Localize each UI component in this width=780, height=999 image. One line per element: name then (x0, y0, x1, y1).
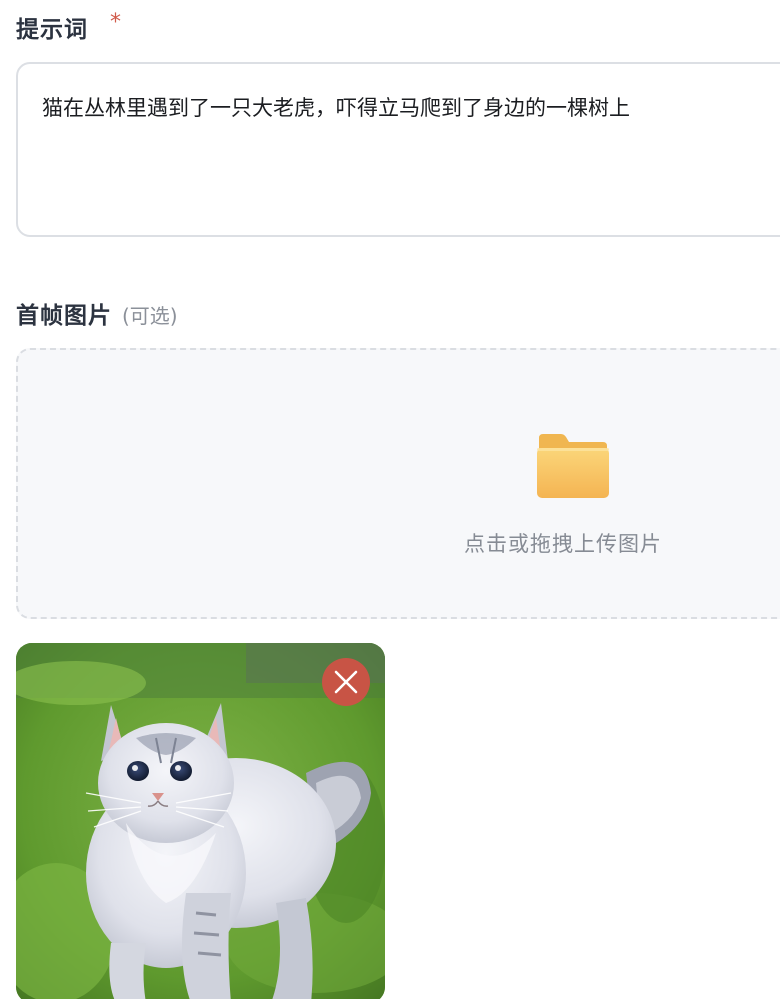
prompt-text: 猫在丛林里遇到了一只大老虎，吓得立马爬到了身边的一棵树上 (42, 96, 630, 120)
first-frame-title: 首帧图片 (16, 303, 112, 329)
image-upload-dropzone[interactable]: 点击或拖拽上传图片 (16, 348, 780, 619)
upload-hint: 点击或拖拽上传图片 (464, 532, 662, 556)
optional-hint: (可选) (122, 304, 178, 328)
remove-image-button[interactable] (322, 658, 370, 706)
prompt-textarea[interactable]: 猫在丛林里遇到了一只大老虎，吓得立马爬到了身边的一棵树上 (16, 62, 780, 237)
first-frame-label: 首帧图片 (可选) (16, 296, 178, 330)
folder-icon (537, 434, 609, 498)
close-icon (334, 670, 358, 694)
prompt-label: 提示词 (16, 17, 88, 43)
required-mark: * (110, 10, 121, 35)
uploaded-image-preview (16, 643, 385, 999)
video-generation-form: 提示词 * 猫在丛林里遇到了一只大老虎，吓得立马爬到了身边的一棵树上 首帧图片 (… (0, 0, 780, 999)
